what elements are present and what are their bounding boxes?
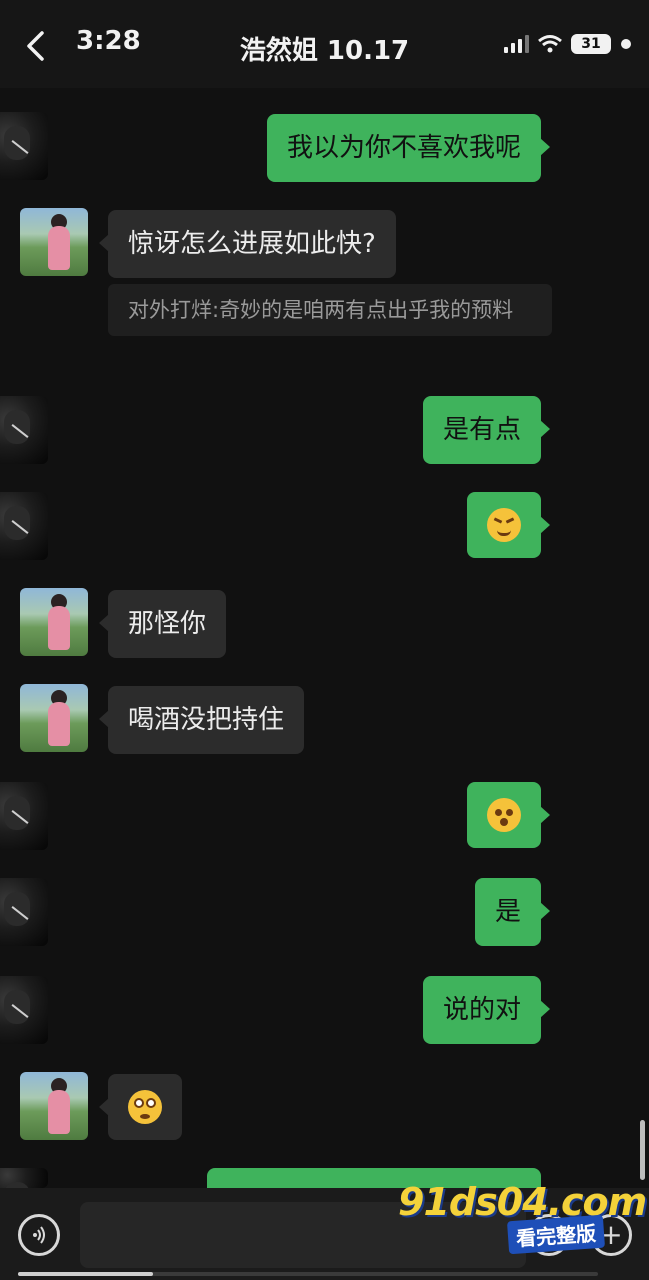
sent-message-bubble[interactable]: 我以为你不喜欢我呢 bbox=[266, 114, 551, 182]
chat-header: 3:28 浩然姐 10.17 31 bbox=[0, 0, 649, 88]
received-message-bubble[interactable]: 喝酒没把持住 bbox=[98, 686, 305, 754]
progress-bar bbox=[18, 1272, 598, 1276]
message-row bbox=[0, 782, 649, 850]
message-row: 是有点 bbox=[0, 396, 649, 464]
message-row: 惊讶怎么进展如此快? 对外打烊:奇妙的是咱两有点出乎我的预料 bbox=[0, 208, 649, 336]
wifi-icon bbox=[538, 35, 562, 53]
my-avatar[interactable] bbox=[0, 396, 48, 464]
cellular-signal-icon bbox=[504, 35, 529, 53]
contact-avatar[interactable] bbox=[20, 208, 88, 276]
voice-icon[interactable] bbox=[18, 1214, 60, 1256]
message-row: 是 bbox=[0, 878, 649, 946]
message-row bbox=[0, 1072, 649, 1140]
sent-message-bubble[interactable]: 是 bbox=[474, 878, 551, 946]
sent-emoji-bubble[interactable] bbox=[467, 492, 550, 558]
message-row bbox=[0, 492, 649, 560]
my-avatar[interactable] bbox=[0, 112, 48, 180]
message-row: 说的对 bbox=[0, 976, 649, 1044]
status-icons: 31 bbox=[504, 32, 631, 56]
scrollbar[interactable] bbox=[640, 1120, 645, 1180]
sent-message-bubble[interactable]: 是有点 bbox=[422, 396, 551, 464]
my-avatar[interactable] bbox=[0, 1168, 48, 1188]
message-row: 那怪你 bbox=[0, 588, 649, 658]
message-row: 喝酒没把持住 bbox=[0, 684, 649, 754]
received-message-bubble[interactable]: 那怪你 bbox=[98, 590, 227, 658]
battery-icon: 31 bbox=[571, 34, 611, 54]
contact-avatar[interactable] bbox=[20, 1072, 88, 1140]
my-avatar[interactable] bbox=[0, 878, 48, 946]
rolling-eyes-emoji-icon bbox=[128, 1090, 162, 1124]
watermark-site: 91ds04.com bbox=[398, 1180, 647, 1224]
contact-avatar[interactable] bbox=[20, 588, 88, 656]
sent-message-bubble[interactable]: 说的对 bbox=[422, 976, 551, 1044]
more-dot-icon[interactable] bbox=[621, 39, 631, 49]
drool-emoji-icon bbox=[487, 798, 521, 832]
sent-emoji-bubble[interactable] bbox=[467, 782, 550, 848]
quoted-message[interactable]: 对外打烊:奇妙的是咱两有点出乎我的预料 bbox=[108, 284, 552, 336]
message-row: 我以为你不喜欢我呢 bbox=[0, 112, 649, 182]
contact-avatar[interactable] bbox=[20, 684, 88, 752]
grinning-squint-emoji-icon bbox=[487, 508, 521, 542]
watermark-sub: 看完整版 bbox=[506, 1214, 606, 1255]
my-avatar[interactable] bbox=[0, 492, 48, 560]
my-avatar[interactable] bbox=[0, 976, 48, 1044]
watermark: 91ds04.com 看完整版 bbox=[398, 1180, 647, 1255]
my-avatar[interactable] bbox=[0, 782, 48, 850]
received-emoji-bubble[interactable] bbox=[99, 1074, 182, 1140]
message-list[interactable]: 我以为你不喜欢我呢 惊讶怎么进展如此快? 对外打烊:奇妙的是咱两有点出乎我的预料… bbox=[0, 88, 649, 1188]
received-message-bubble[interactable]: 惊讶怎么进展如此快? bbox=[99, 210, 396, 278]
